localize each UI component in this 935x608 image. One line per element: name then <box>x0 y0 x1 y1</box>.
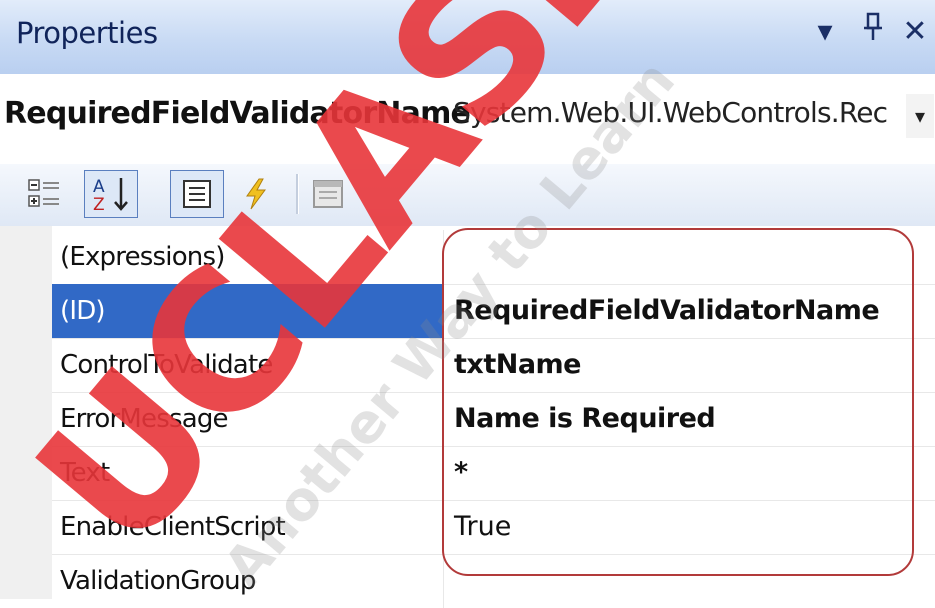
property-row-id[interactable]: (ID) RequiredFieldValidatorName <box>52 284 935 339</box>
property-name: (Expressions) <box>52 230 444 284</box>
pin-icon[interactable] <box>856 12 890 52</box>
toolbar-separator <box>296 174 299 214</box>
categorized-button[interactable] <box>22 172 66 216</box>
window-position-dropdown-icon[interactable]: ▾ <box>808 12 842 52</box>
property-row-controltovalidate[interactable]: ControlToValidate txtName <box>52 338 935 393</box>
property-pages-icon <box>313 180 343 208</box>
close-icon[interactable]: ✕ <box>898 12 932 52</box>
property-name: (ID) <box>52 284 444 338</box>
chevron-down-icon[interactable]: ▾ <box>906 94 934 138</box>
svg-text:A: A <box>93 177 105 197</box>
property-row-enableclientscript[interactable]: EnableClientScript True <box>52 500 935 555</box>
property-name: ErrorMessage <box>52 392 444 446</box>
svg-text:Z: Z <box>93 195 105 214</box>
properties-titlebar: Properties ▾ ✕ <box>0 0 935 75</box>
properties-icon <box>183 180 211 208</box>
selected-object-name: RequiredFieldValidatorName <box>4 96 471 131</box>
property-value[interactable]: Name is Required <box>454 392 716 446</box>
property-value[interactable]: True <box>454 500 511 554</box>
object-selector[interactable]: RequiredFieldValidatorName System.Web.UI… <box>0 74 935 164</box>
property-value[interactable]: RequiredFieldValidatorName <box>454 284 880 338</box>
property-value[interactable]: * <box>454 446 468 500</box>
events-icon <box>246 178 266 210</box>
property-value[interactable]: txtName <box>454 338 582 392</box>
panel-title: Properties <box>16 16 158 50</box>
property-grid: (Expressions) (ID) RequiredFieldValidato… <box>0 226 935 608</box>
events-button[interactable] <box>234 172 278 216</box>
grid-margin <box>0 226 52 599</box>
property-name: Text <box>52 446 444 500</box>
property-name: ControlToValidate <box>52 338 444 392</box>
property-row-expressions[interactable]: (Expressions) <box>52 230 935 285</box>
property-row-text[interactable]: Text * <box>52 446 935 501</box>
property-row-validationgroup[interactable]: ValidationGroup <box>52 554 935 608</box>
alphabetical-icon: A Z <box>93 177 128 214</box>
selected-object-type: System.Web.UI.WebControls.Rec <box>453 96 888 129</box>
properties-toolbar: A Z <box>0 164 935 227</box>
property-pages-button[interactable] <box>306 172 350 216</box>
property-name: ValidationGroup <box>52 554 444 608</box>
property-name: EnableClientScript <box>52 500 444 554</box>
categorized-icon <box>28 179 59 207</box>
property-row-errormessage[interactable]: ErrorMessage Name is Required <box>52 392 935 447</box>
alphabetical-button[interactable]: A Z <box>84 170 138 218</box>
properties-button[interactable] <box>170 170 224 218</box>
